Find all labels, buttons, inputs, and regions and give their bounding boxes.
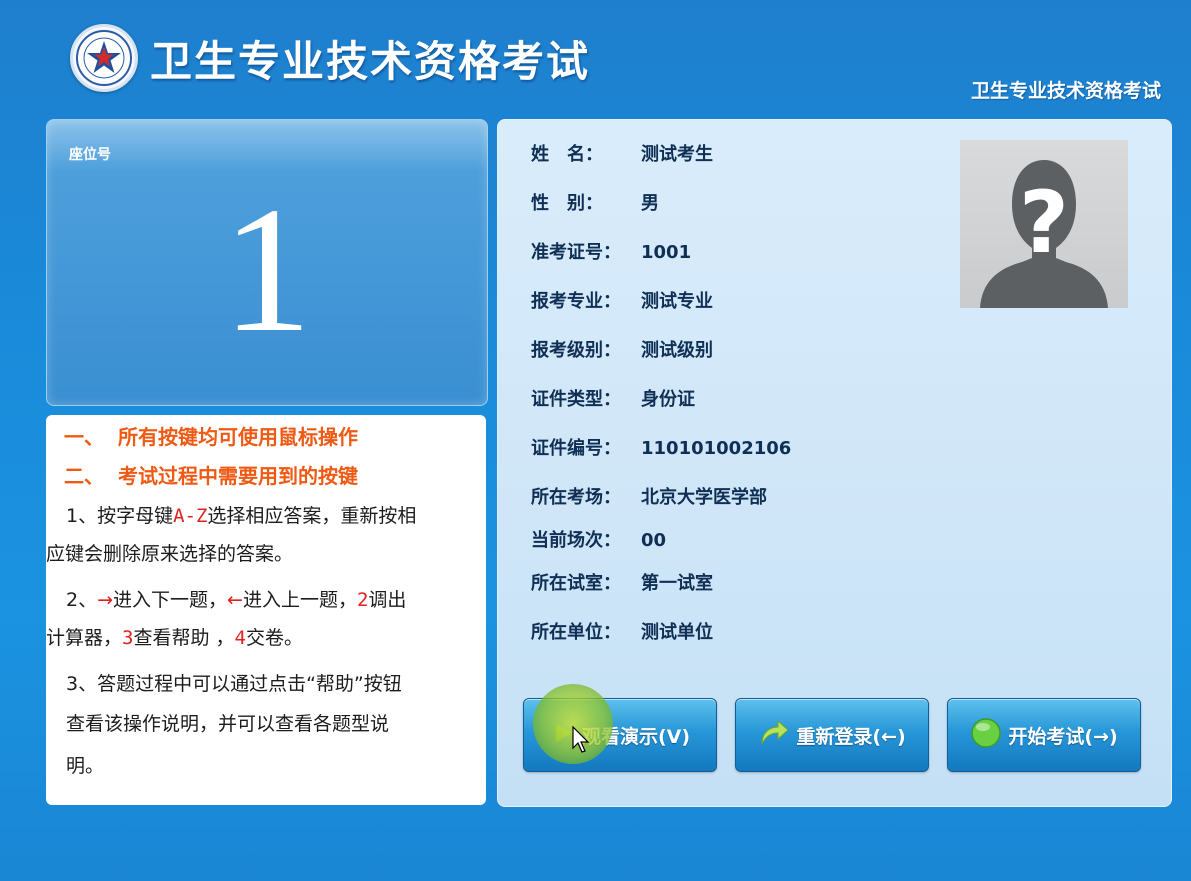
watch-demo-label: 观看演示(V) xyxy=(581,725,691,748)
left-arrow-icon: ← xyxy=(227,589,243,611)
gender-value: 男 xyxy=(641,193,659,214)
start-exam-label: 开始考试(→) xyxy=(1008,725,1118,748)
item-2-text-f: 查看帮助 ， xyxy=(133,627,235,649)
info-row-name: 姓 名： 测试考生 xyxy=(531,140,713,166)
level-label: 报考级别： xyxy=(531,340,621,361)
session-value: 00 xyxy=(641,530,667,551)
room-label: 所在试室： xyxy=(531,573,621,594)
instruction-item-3-line-1: 3、答题过程中可以通过点击“帮助”按钮 xyxy=(66,673,402,695)
instruction-item-1-line-2: 应键会删除原来选择的答案。 xyxy=(46,543,294,565)
unit-label: 所在单位： xyxy=(531,622,621,643)
item-2-text-g: 交卷。 xyxy=(245,627,303,649)
id-type-label: 证件类型： xyxy=(531,389,621,410)
unit-value: 测试单位 xyxy=(641,622,713,643)
session-label: 当前场次： xyxy=(531,530,621,551)
instruction-item-3-line-2: 查看该操作说明，并可以查看各题型说 xyxy=(66,713,390,735)
instruction-item-2-line-2: 计算器，3查看帮助 ，4交卷。 xyxy=(46,627,486,649)
info-row-ticket: 准考证号： 1001 xyxy=(531,238,691,264)
info-row-room: 所在试室： 第一试室 xyxy=(531,569,713,595)
item-2-text-b: 进入下一题， xyxy=(113,589,228,611)
item-2-text-a: 2、 xyxy=(66,589,98,611)
info-row-level: 报考级别： 测试级别 xyxy=(531,336,713,362)
info-row-id-type: 证件类型： 身份证 xyxy=(531,385,695,411)
name-value: 测试考生 xyxy=(641,144,713,165)
instruction-item-1-line-1: 1、按字母键A-Z选择相应答案，重新按相 xyxy=(66,505,486,527)
app-title: 卫生专业技术资格考试 xyxy=(150,37,591,86)
info-row-unit: 所在单位： 测试单位 xyxy=(531,618,713,644)
id-number-label: 证件编号： xyxy=(531,438,621,459)
mouse-cursor-icon xyxy=(572,725,592,754)
id-number-value: 110101002106 xyxy=(641,438,792,459)
instruction-item-3-line-3: 明。 xyxy=(66,755,105,777)
gender-label: 性 别： xyxy=(531,193,603,214)
relogin-label: 重新登录(←) xyxy=(796,725,906,748)
heading-1-text: 所有按键均可使用鼠标操作 xyxy=(118,425,358,449)
item-2-text-e: 计算器， xyxy=(46,627,123,649)
instruction-item-2-line-1: 2、→进入下一题，←进入上一题，2调出 xyxy=(66,589,486,611)
item-1-text-b: 选择相应答案，重新按相 xyxy=(207,505,417,527)
app-subtitle: 卫生专业技术资格考试 xyxy=(970,80,1161,102)
info-row-session: 当前场次： 00 xyxy=(531,526,666,552)
ticket-label: 准考证号： xyxy=(531,242,621,263)
seat-number: 1 xyxy=(222,170,312,369)
avatar-placeholder-icon: ? xyxy=(960,140,1128,308)
ticket-value: 1001 xyxy=(641,242,692,263)
item-2-key-4: 4 xyxy=(234,627,246,649)
item-1-keys: A-Z xyxy=(173,505,208,527)
exam-emblem-icon xyxy=(70,24,138,92)
item-1-text-a: 1、按字母键 xyxy=(66,505,174,527)
instructions-heading-2: 二、 考试过程中需要用到的按键 xyxy=(64,460,358,489)
curved-arrow-icon xyxy=(758,718,790,753)
watch-demo-button[interactable]: 观看演示(V) xyxy=(523,698,717,772)
room-value: 第一试室 xyxy=(641,573,713,594)
green-circle-icon xyxy=(970,717,1002,754)
start-exam-button[interactable]: 开始考试(→) xyxy=(947,698,1141,772)
info-row-site: 所在考场： 北京大学医学部 xyxy=(531,483,767,509)
seat-label: 座位号 xyxy=(69,147,111,163)
name-label: 姓 名： xyxy=(531,144,603,165)
svg-text:?: ? xyxy=(1019,173,1069,273)
instructions-panel: 一、 所有按键均可使用鼠标操作 二、 考试过程中需要用到的按键 1、按字母键A-Z选… xyxy=(46,415,486,805)
site-value: 北京大学医学部 xyxy=(641,487,767,508)
heading-2-number: 二、 xyxy=(64,464,104,488)
id-type-value: 身份证 xyxy=(641,389,695,410)
heading-2-text: 考试过程中需要用到的按键 xyxy=(118,464,358,488)
seat-panel: 座位号 1 xyxy=(46,119,488,406)
level-value: 测试级别 xyxy=(641,340,713,361)
item-2-key-3: 3 xyxy=(122,627,134,649)
right-arrow-icon: → xyxy=(97,589,114,611)
major-label: 报考专业： xyxy=(531,291,621,312)
item-2-text-d: 调出 xyxy=(368,589,407,611)
item-2-text-c: 进入上一题， xyxy=(242,589,357,611)
heading-1-number: 一、 xyxy=(64,425,104,449)
instructions-heading-1: 一、 所有按键均可使用鼠标操作 xyxy=(64,421,358,450)
site-label: 所在考场： xyxy=(531,487,621,508)
info-row-major: 报考专业： 测试专业 xyxy=(531,287,713,313)
major-value: 测试专业 xyxy=(641,291,713,312)
info-row-id-number: 证件编号： 110101002106 xyxy=(531,434,791,460)
item-2-key-2: 2 xyxy=(356,589,369,611)
relogin-button[interactable]: 重新登录(←) xyxy=(735,698,929,772)
info-row-gender: 性 别： 男 xyxy=(531,189,659,215)
candidate-info-panel: 姓 名： 测试考生 性 别： 男 准考证号： 1001 报考专业： 测试专业 报考级别：… xyxy=(497,119,1172,807)
